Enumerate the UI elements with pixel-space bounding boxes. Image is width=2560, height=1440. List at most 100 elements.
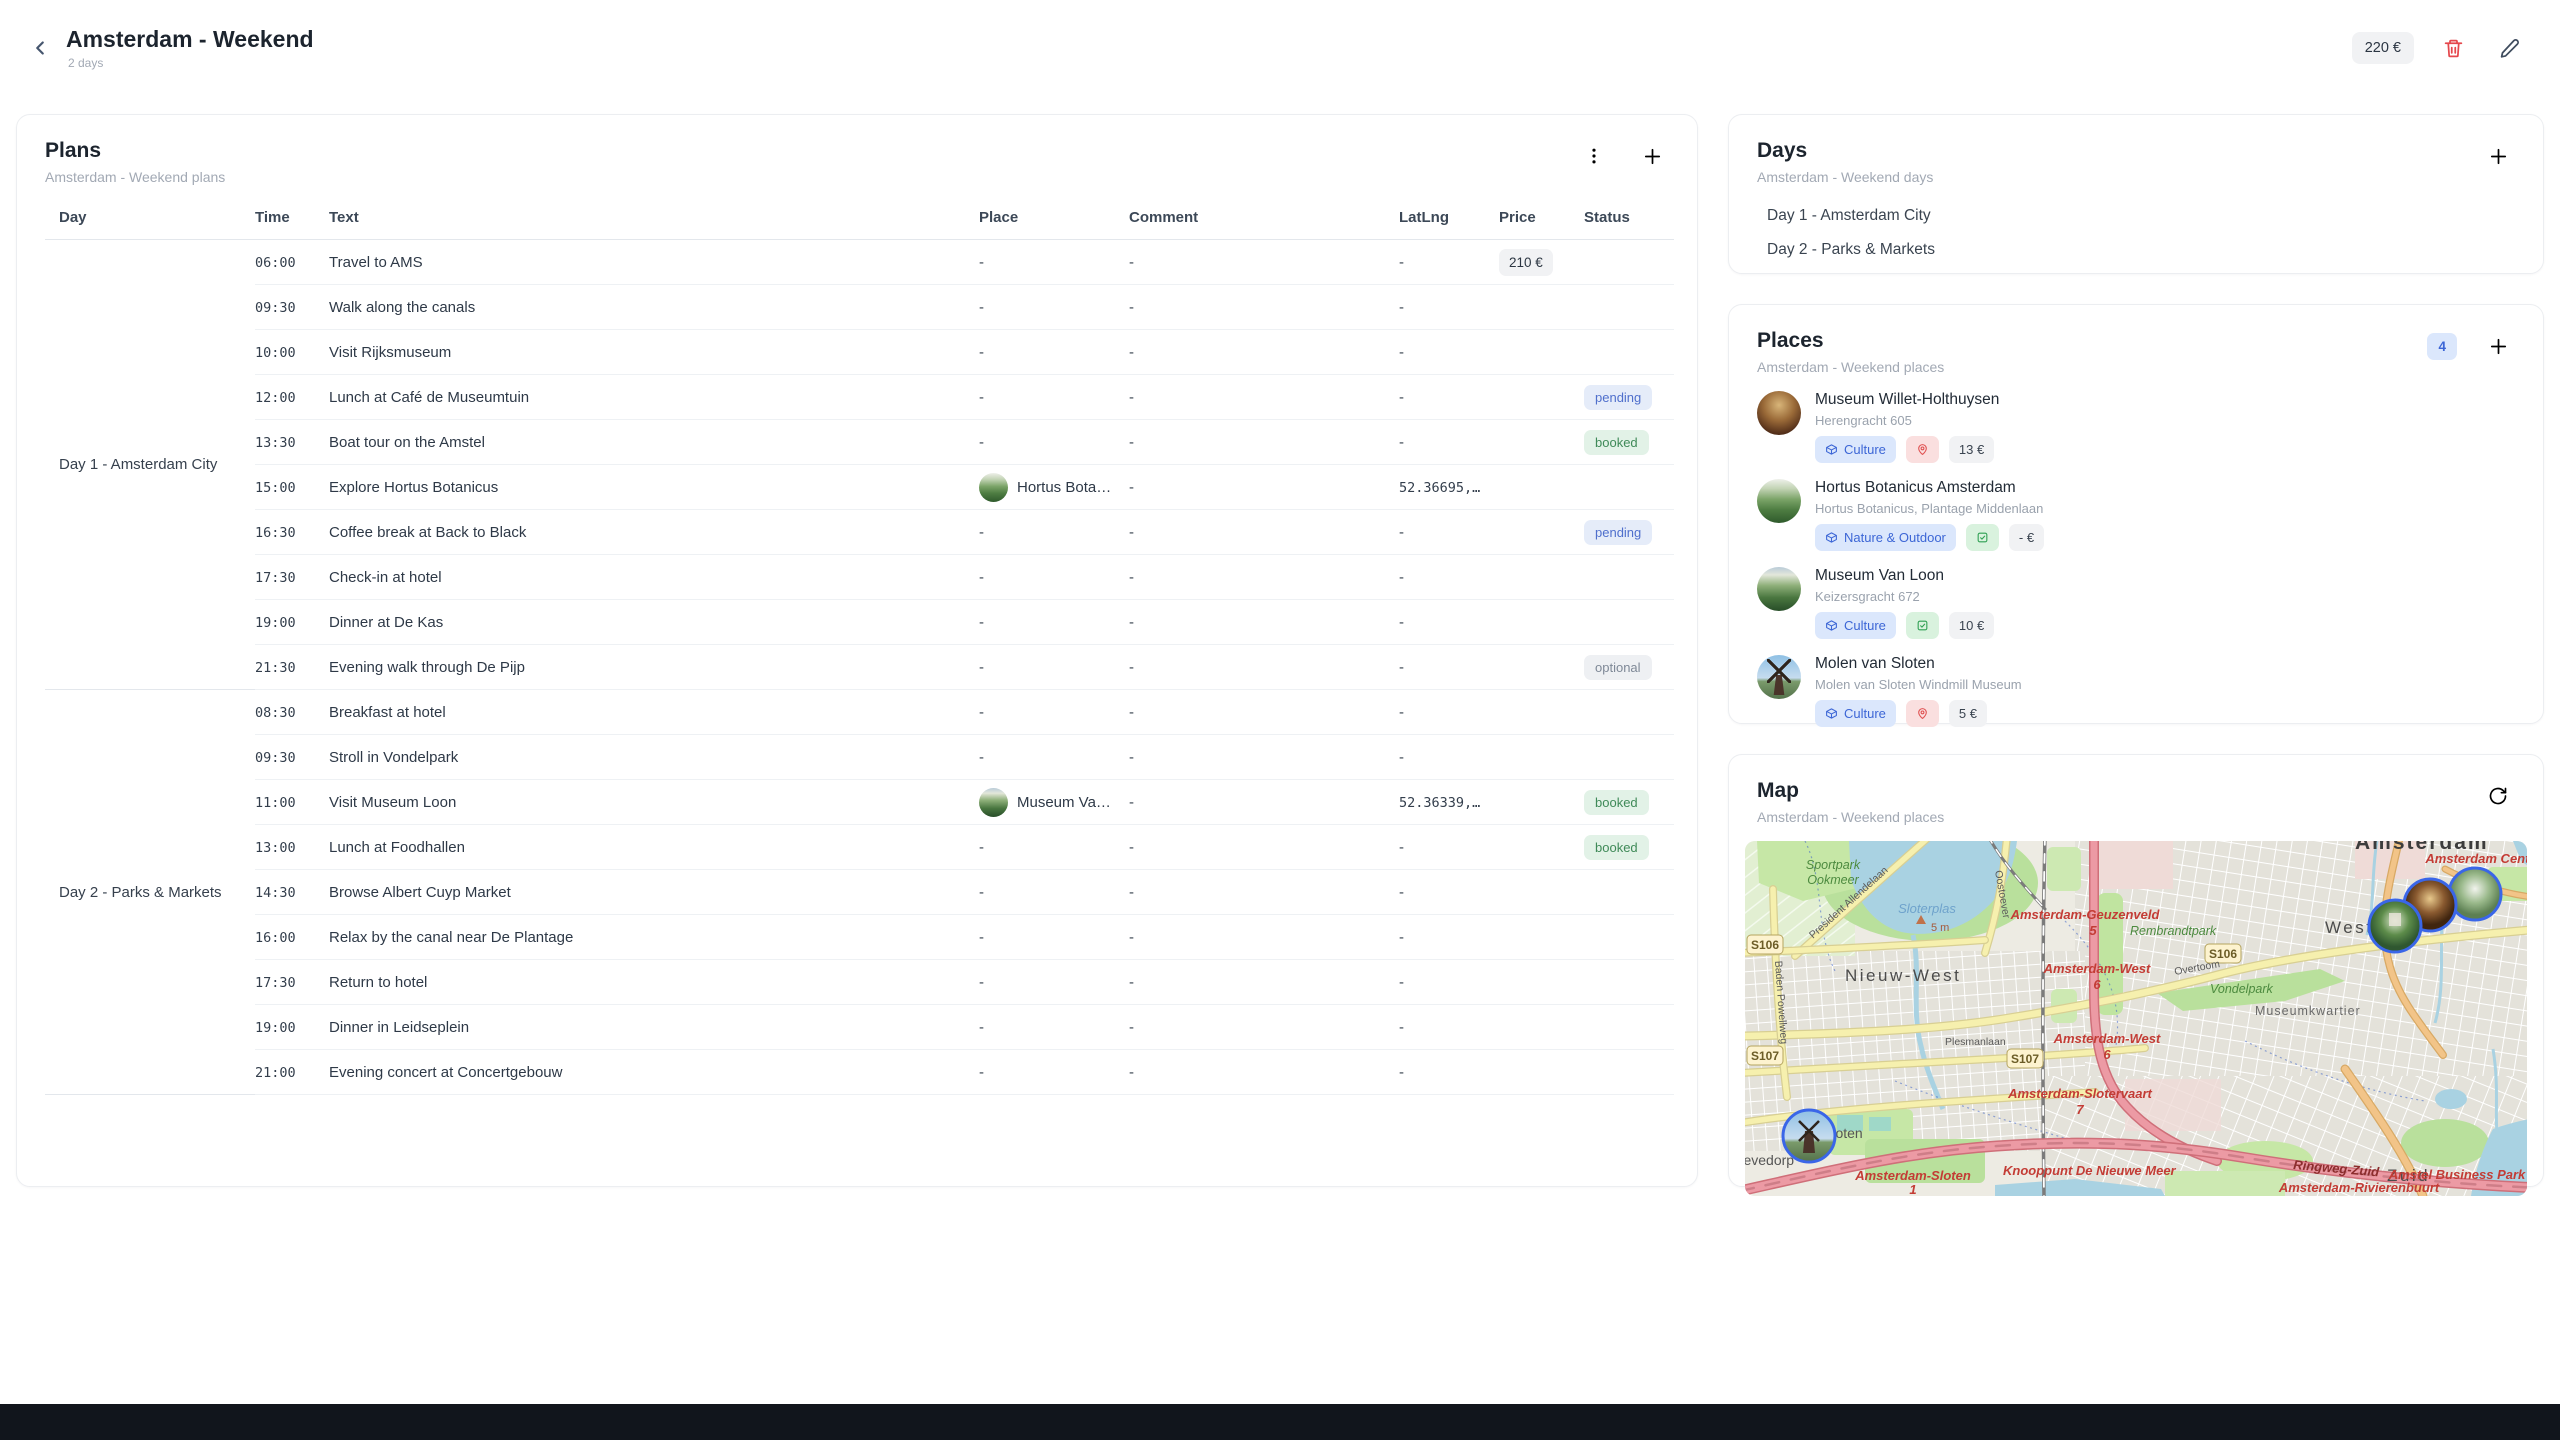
plan-row[interactable]: 15:00Explore Hortus BotanicusHortus Bota…	[45, 465, 1674, 510]
price-badge: 10 €	[1949, 612, 1994, 639]
back-button[interactable]	[22, 30, 58, 66]
plan-row[interactable]: 14:30Browse Albert Cuyp Market---	[45, 870, 1674, 915]
map-pin-icon	[1916, 443, 1929, 456]
category-cube-icon	[1825, 619, 1838, 632]
col-latlng: LatLng	[1399, 199, 1499, 240]
plan-place-chip[interactable]: Museum Va…	[979, 788, 1121, 817]
plan-row[interactable]: 09:30Stroll in Vondelpark---	[45, 735, 1674, 780]
add-day-button[interactable]	[2481, 139, 2515, 173]
plan-text-cell: Evening walk through De Pijp	[329, 645, 979, 690]
plan-row[interactable]: 19:00Dinner in Leidseplein---	[45, 1005, 1674, 1050]
place-name: Hortus Botanicus Amsterdam	[1815, 479, 2044, 497]
empty-value: -	[979, 389, 984, 406]
plan-time: 13:30	[255, 435, 296, 451]
places-list: Museum Willet-HolthuysenHerengracht 605C…	[1757, 391, 2515, 727]
plan-time: 21:30	[255, 660, 296, 676]
map-title: Map	[1757, 779, 1944, 803]
plan-price-cell	[1499, 870, 1584, 915]
plan-latlng: 52.36695,…	[1399, 480, 1480, 496]
main-layout: Plans Amsterdam - Weekend plans	[16, 114, 2544, 1187]
empty-value: -	[1399, 434, 1404, 451]
checkbox-icon	[1976, 531, 1989, 544]
plan-row[interactable]: 13:30Boat tour on the Amstel---booked	[45, 420, 1674, 465]
empty-value: -	[1129, 614, 1134, 631]
plan-status-cell	[1584, 735, 1674, 780]
svg-text:Plesmanlaan: Plesmanlaan	[1945, 1036, 2006, 1048]
map-viewport[interactable]: S106 S107 S106 S107 Amsterdam Amsterdam …	[1745, 841, 2527, 1196]
add-place-button[interactable]	[2481, 329, 2515, 363]
plan-row[interactable]: 17:30Check-in at hotel---	[45, 555, 1674, 600]
map-marker-hortus-botanicus[interactable]	[2449, 868, 2501, 920]
place-list-item[interactable]: Hortus Botanicus AmsterdamHortus Botanic…	[1757, 479, 2515, 551]
plan-row[interactable]: Day 1 - Amsterdam City06:00Travel to AMS…	[45, 240, 1674, 285]
empty-value: -	[1129, 794, 1134, 811]
category-cube-icon	[1825, 531, 1838, 544]
plan-place-cell: -	[979, 600, 1129, 645]
plan-latlng-cell: -	[1399, 420, 1499, 465]
empty-value: -	[1399, 569, 1404, 586]
plan-text-cell: Breakfast at hotel	[329, 690, 979, 735]
plan-row[interactable]: 16:30Coffee break at Back to Black---pen…	[45, 510, 1674, 555]
plan-comment-cell: -	[1129, 1050, 1399, 1095]
plan-price-cell	[1499, 825, 1584, 870]
plan-row[interactable]: 19:00Dinner at De Kas---	[45, 600, 1674, 645]
plan-place-chip[interactable]: Hortus Bota…	[979, 473, 1121, 502]
empty-value: -	[979, 884, 984, 901]
add-plan-button[interactable]	[1635, 139, 1669, 173]
plan-place-cell: -	[979, 330, 1129, 375]
page-title: Amsterdam - Weekend	[66, 26, 314, 52]
place-list-item[interactable]: Molen van SlotenMolen van Sloten Windmil…	[1757, 655, 2515, 727]
map-marker-museum-van-loon[interactable]	[2369, 900, 2421, 952]
svg-text:6: 6	[2103, 1047, 2111, 1062]
plan-row[interactable]: 17:30Return to hotel---	[45, 960, 1674, 1005]
plan-row[interactable]: 21:30Evening walk through De Pijp---opti…	[45, 645, 1674, 690]
map-refresh-button[interactable]	[2481, 779, 2515, 813]
place-photo	[1757, 567, 1801, 611]
edit-trip-button[interactable]	[2492, 31, 2526, 65]
empty-value: -	[1129, 704, 1134, 721]
delete-trip-button[interactable]	[2436, 31, 2470, 65]
plan-row[interactable]: 12:00Lunch at Café de Museumtuin---pendi…	[45, 375, 1674, 420]
map-marker-molen-van-sloten[interactable]	[1783, 1110, 1835, 1162]
plan-comment-cell: -	[1129, 330, 1399, 375]
plan-text-cell: Browse Albert Cuyp Market	[329, 870, 979, 915]
plan-row[interactable]: 11:00Visit Museum LoonMuseum Va…-52.3633…	[45, 780, 1674, 825]
plan-status-cell	[1584, 600, 1674, 645]
plan-place-cell: -	[979, 915, 1129, 960]
svg-text:Amsterdam-Rivierenbuurt: Amsterdam-Rivierenbuurt	[2278, 1180, 2440, 1195]
place-list-item[interactable]: Museum Van LoonKeizersgracht 672Culture1…	[1757, 567, 2515, 639]
plan-time: 12:00	[255, 390, 296, 406]
day-list-item[interactable]: Day 1 - Amsterdam City	[1757, 199, 2515, 233]
plan-row[interactable]: 09:30Walk along the canals---	[45, 285, 1674, 330]
plan-text-cell: Travel to AMS	[329, 240, 979, 285]
map-label-west: West	[2325, 918, 2373, 937]
empty-value: -	[1399, 929, 1404, 946]
plan-time-cell: 21:30	[255, 645, 329, 690]
plan-latlng-cell: -	[1399, 600, 1499, 645]
place-list-item[interactable]: Museum Willet-HolthuysenHerengracht 605C…	[1757, 391, 2515, 463]
category-label: Culture	[1844, 707, 1886, 720]
plan-time: 19:00	[255, 615, 296, 631]
plan-text-cell: Relax by the canal near De Plantage	[329, 915, 979, 960]
plan-time-cell: 09:30	[255, 735, 329, 780]
plan-row[interactable]: 21:00Evening concert at Concertgebouw---	[45, 1050, 1674, 1095]
plan-row[interactable]: 16:00Relax by the canal near De Plantage…	[45, 915, 1674, 960]
plan-row[interactable]: Day 2 - Parks & Markets08:30Breakfast at…	[45, 690, 1674, 735]
category-label: Culture	[1844, 443, 1886, 456]
plan-row[interactable]: 13:00Lunch at Foodhallen---booked	[45, 825, 1674, 870]
empty-value: -	[1129, 479, 1134, 496]
plan-time-cell: 21:00	[255, 1050, 329, 1095]
plan-status-cell	[1584, 555, 1674, 600]
status-badge: booked	[1584, 835, 1649, 860]
place-body: Museum Willet-HolthuysenHerengracht 605C…	[1815, 391, 1999, 463]
category-label: Nature & Outdoor	[1844, 531, 1946, 544]
day-list-item[interactable]: Day 2 - Parks & Markets	[1757, 233, 2515, 267]
plan-comment-cell: -	[1129, 600, 1399, 645]
plans-menu-button[interactable]	[1577, 139, 1611, 173]
plan-price-cell	[1499, 510, 1584, 555]
plan-time: 09:30	[255, 300, 296, 316]
plan-time-cell: 13:00	[255, 825, 329, 870]
plans-table-body: Day 1 - Amsterdam City06:00Travel to AMS…	[45, 240, 1674, 1095]
plan-row[interactable]: 10:00Visit Rijksmuseum---	[45, 330, 1674, 375]
col-text: Text	[329, 199, 979, 240]
